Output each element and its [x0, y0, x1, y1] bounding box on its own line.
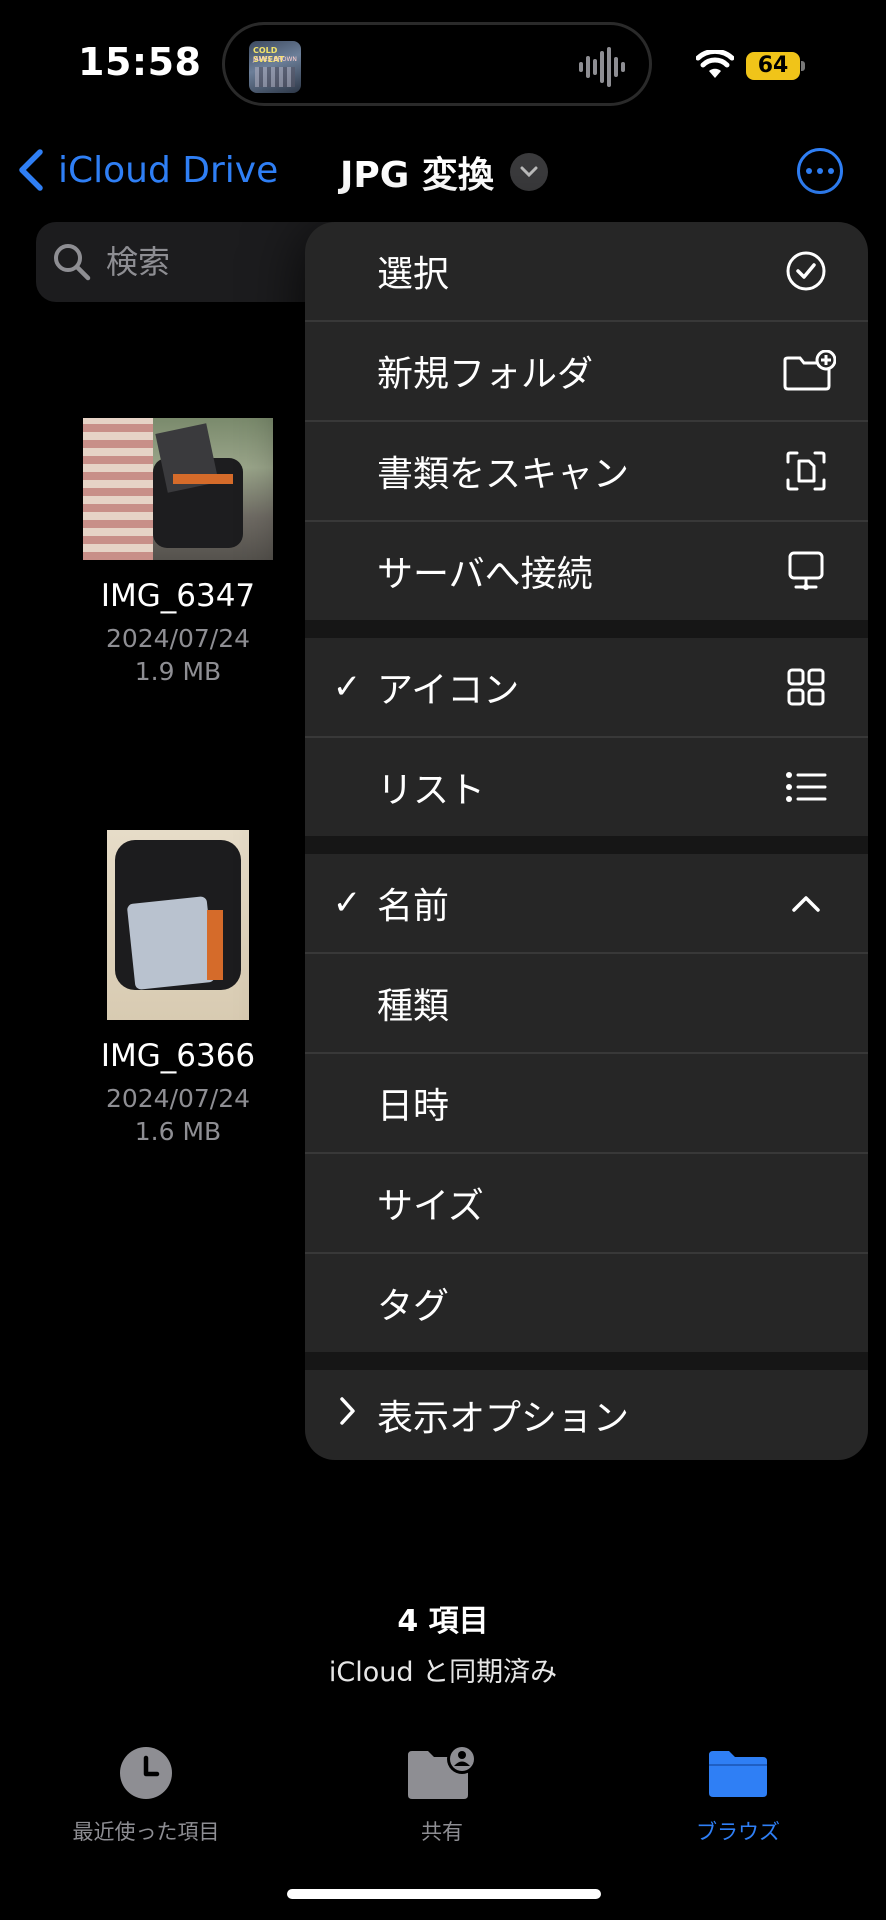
context-menu: 選択 新規フォルダ 書類をスキャン サーバへ接続 ✓ アイコン リスト ✓ 名前…	[305, 222, 868, 1460]
menu-item-label: 名前	[377, 886, 450, 927]
menu-item-sort-size[interactable]: サイズ	[305, 1154, 868, 1252]
file-size: 1.9 MB	[134, 657, 222, 686]
menu-item-label: 日時	[377, 1086, 450, 1127]
menu-item-view-options[interactable]: 表示オプション	[305, 1370, 868, 1460]
dynamic-island[interactable]: COLD SWEAT JAMES BROWN	[222, 22, 652, 106]
page-title: JPG 変換	[340, 155, 494, 196]
artwork-text-artist: JAMES BROWN	[253, 56, 297, 63]
menu-item-label: アイコン	[377, 670, 520, 711]
checkmark-icon: ✓	[332, 883, 362, 923]
file-thumbnail[interactable]	[107, 830, 249, 1020]
menu-item-label: 選択	[377, 254, 450, 295]
back-button[interactable]: iCloud Drive	[18, 142, 278, 198]
now-playing-artwork[interactable]: COLD SWEAT JAMES BROWN	[249, 41, 301, 93]
file-date: 2024/07/24	[105, 624, 251, 653]
search-input[interactable]	[104, 242, 308, 282]
menu-item-label: 新規フォルダ	[377, 354, 594, 395]
menu-item-sort-kind[interactable]: 種類	[305, 954, 868, 1052]
menu-item-label: 種類	[377, 986, 450, 1027]
grid-icon	[784, 665, 828, 709]
tab-label: ブラウズ	[696, 1820, 780, 1844]
menu-item-scan-documents[interactable]: 書類をスキャン	[305, 422, 868, 520]
waveform-icon	[579, 47, 625, 87]
menu-item-icons-view[interactable]: ✓ アイコン	[305, 638, 868, 736]
clock-icon	[120, 1747, 172, 1799]
shared-folder-icon	[408, 1745, 477, 1799]
file-name: IMG_6347	[100, 578, 256, 614]
home-indicator[interactable]	[287, 1889, 601, 1899]
menu-item-label: 書類をスキャン	[377, 454, 630, 495]
desktop-computer-icon	[784, 549, 828, 593]
more-options-button[interactable]	[797, 148, 843, 194]
menu-item-label: タグ	[377, 1286, 450, 1327]
tab-shared[interactable]: 共有	[312, 1740, 572, 1846]
file-thumbnail[interactable]	[83, 418, 273, 560]
file-item[interactable]: IMG_6347 2024/07/24 1.9 MB	[48, 418, 308, 688]
chevron-down-icon[interactable]	[509, 153, 548, 191]
file-date: 2024/07/24	[105, 1084, 251, 1113]
menu-item-select[interactable]: 選択	[305, 222, 868, 320]
chevron-right-icon	[329, 1395, 365, 1435]
file-size: 1.6 MB	[134, 1117, 222, 1146]
folder-badge-plus-icon	[782, 349, 836, 393]
item-count: 4 項目	[397, 1604, 489, 1639]
tab-label: 共有	[421, 1820, 463, 1844]
file-item[interactable]: IMG_6366 2024/07/24 1.6 MB	[48, 830, 308, 1148]
menu-item-list-view[interactable]: リスト	[305, 738, 868, 836]
file-name: IMG_6366	[100, 1038, 256, 1074]
back-button-label: iCloud Drive	[58, 149, 279, 191]
list-icon	[784, 765, 828, 809]
ellipsis-icon	[806, 168, 812, 174]
chevron-up-icon	[784, 881, 828, 925]
menu-item-label: サイズ	[377, 1186, 484, 1227]
menu-item-label: サーバへ接続	[377, 554, 593, 595]
wifi-icon	[696, 50, 734, 78]
checkmark-circle-icon	[784, 249, 828, 293]
tab-browse[interactable]: ブラウズ	[608, 1740, 868, 1846]
battery-cap	[801, 61, 805, 71]
status-time: 15:58	[78, 40, 202, 84]
menu-item-new-folder[interactable]: 新規フォルダ	[305, 322, 868, 420]
search-icon	[54, 244, 91, 281]
sync-status: iCloud と同期済み	[328, 1657, 558, 1688]
menu-item-label: リスト	[377, 770, 486, 811]
folder-title-menu[interactable]: JPG 変換	[340, 146, 548, 198]
menu-item-connect-server[interactable]: サーバへ接続	[305, 522, 868, 620]
menu-item-sort-date[interactable]: 日時	[305, 1054, 868, 1152]
menu-item-sort-name[interactable]: ✓ 名前	[305, 854, 868, 952]
tab-label: 最近使った項目	[72, 1820, 220, 1844]
folder-icon	[709, 1751, 767, 1797]
battery-indicator: 64	[746, 52, 800, 80]
chevron-left-icon	[19, 149, 43, 191]
checkmark-icon: ✓	[332, 667, 362, 707]
menu-item-sort-tags[interactable]: タグ	[305, 1254, 868, 1352]
menu-item-label: 表示オプション	[377, 1398, 630, 1439]
doc-viewfinder-icon	[784, 449, 828, 493]
tab-recents[interactable]: 最近使った項目	[16, 1740, 276, 1846]
